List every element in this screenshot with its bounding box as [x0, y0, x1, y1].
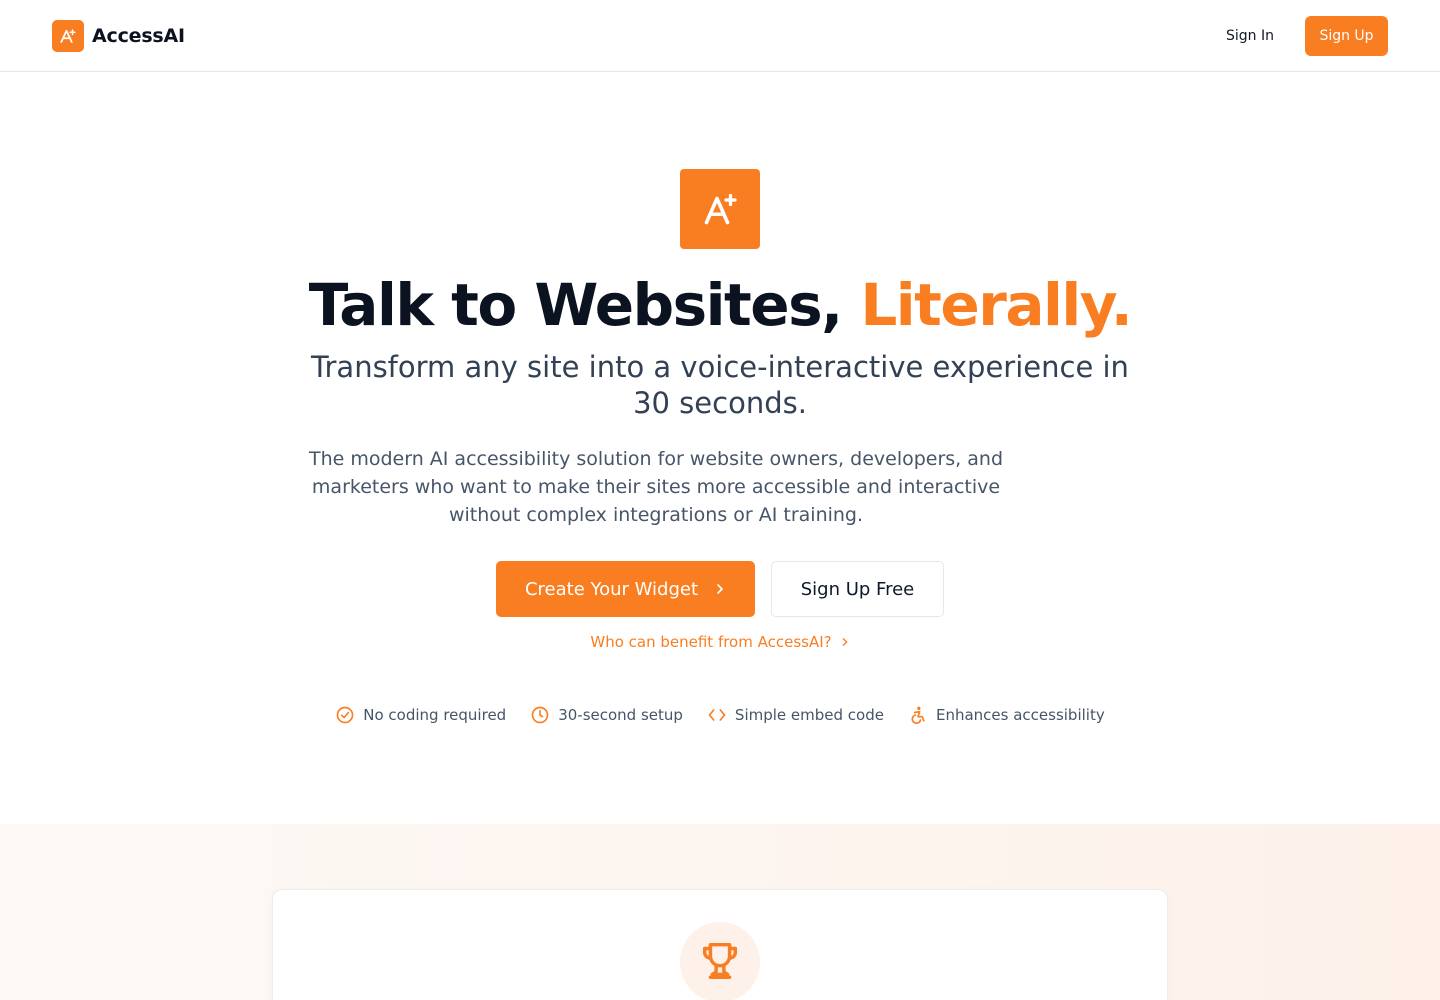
feature-label: Enhances accessibility [935, 706, 1105, 724]
clock-icon [530, 705, 550, 725]
trophy-badge [680, 922, 760, 1000]
create-widget-label: Create Your Widget [524, 578, 699, 600]
hero-headline: Talk to Websites, Literally. [0, 270, 1440, 340]
headline-main: Talk to Websites, [308, 271, 843, 339]
hero-subheadline: Transform any site into a voice-interact… [311, 350, 1129, 420]
headline-accent: Literally. [860, 271, 1132, 339]
chevron-right-icon [840, 637, 850, 647]
benefit-link[interactable]: Who can benefit from AccessAI? [0, 633, 1440, 651]
hero-description: The modern AI accessibility solution for… [308, 448, 1004, 526]
check-circle-icon [335, 705, 355, 725]
chevron-right-icon [714, 583, 726, 595]
brand[interactable]: AccessAI [52, 20, 185, 52]
feature-item: Simple embed code [707, 705, 884, 725]
accessibility-icon [908, 705, 928, 725]
hero-logo-icon [680, 169, 760, 249]
sign-up-button[interactable]: Sign Up [1305, 16, 1388, 56]
feature-item: Enhances accessibility [908, 705, 1105, 725]
feature-item: 30-second setup [530, 705, 683, 725]
sign-in-button[interactable]: Sign In [1210, 16, 1290, 56]
feature-label: No coding required [363, 706, 507, 724]
feature-label: Simple embed code [734, 706, 884, 724]
trophy-icon [697, 937, 743, 987]
create-widget-button[interactable]: Create Your Widget [496, 561, 755, 617]
feature-label: 30-second setup [558, 706, 683, 724]
benefit-link-label: Who can benefit from AccessAI? [590, 633, 832, 651]
brand-name: AccessAI [92, 25, 185, 47]
sign-up-free-button[interactable]: Sign Up Free [771, 561, 944, 617]
brand-logo-icon [52, 20, 84, 52]
code-icon [707, 705, 727, 725]
feature-item: No coding required [335, 705, 506, 725]
feature-list: No coding required 30-second setup Simpl… [0, 705, 1440, 725]
top-navbar: AccessAI Sign In Sign Up [0, 0, 1440, 72]
